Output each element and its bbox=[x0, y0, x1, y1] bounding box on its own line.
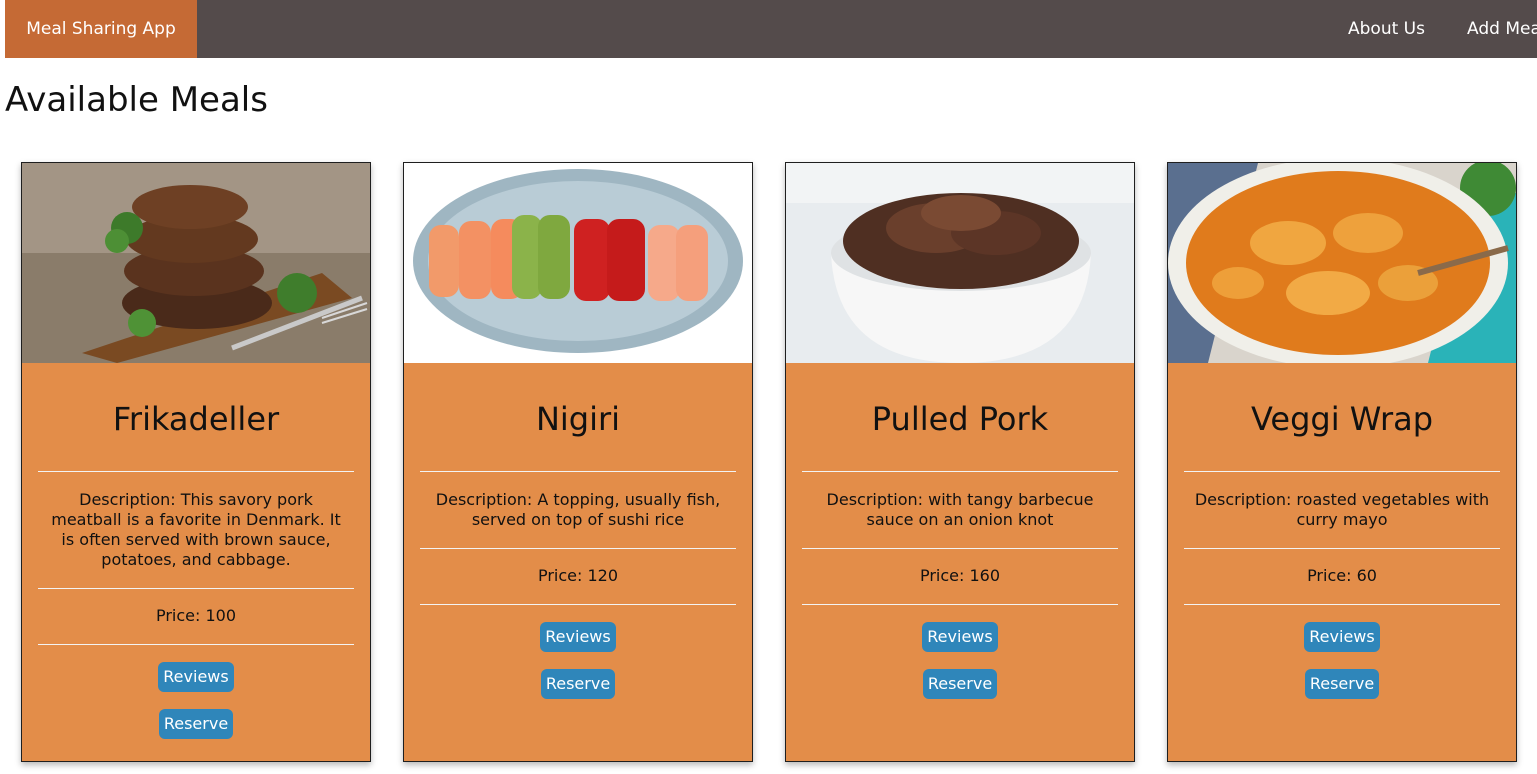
top-navbar: Meal Sharing App About Us Add Meal bbox=[5, 0, 1537, 58]
reserve-button[interactable]: Reserve bbox=[158, 709, 234, 739]
meal-actions: Reviews Reserve bbox=[802, 605, 1118, 699]
brand-link[interactable]: Meal Sharing App bbox=[5, 0, 197, 58]
meal-image-veggi-wrap bbox=[1168, 163, 1516, 363]
meal-card-body: Frikadeller Description: This savory por… bbox=[38, 363, 354, 739]
meal-description: Description: This savory pork meatball i… bbox=[51, 490, 341, 569]
meal-actions: Reviews Reserve bbox=[1184, 605, 1500, 699]
meal-card-nigiri: Nigiri Description: A topping, usually f… bbox=[403, 162, 753, 762]
meal-actions: Reviews Reserve bbox=[38, 645, 354, 739]
reviews-button[interactable]: Reviews bbox=[1304, 622, 1380, 652]
meal-description: Description: roasted vegetables with cur… bbox=[1194, 490, 1490, 529]
reserve-button[interactable]: Reserve bbox=[540, 669, 616, 699]
reserve-button[interactable]: Reserve bbox=[922, 669, 998, 699]
meal-title: Nigiri bbox=[535, 400, 621, 438]
meal-image-pulled-pork bbox=[786, 163, 1134, 363]
nav-about-us-link[interactable]: About Us bbox=[1348, 0, 1425, 58]
meal-image-frikadeller bbox=[22, 163, 370, 363]
meal-card-frikadeller: Frikadeller Description: This savory por… bbox=[21, 162, 371, 762]
meal-description: Description: A topping, usually fish, se… bbox=[435, 490, 721, 529]
reviews-button[interactable]: Reviews bbox=[922, 622, 998, 652]
meal-price: Price: 120 bbox=[537, 566, 619, 585]
meal-image-nigiri bbox=[404, 163, 752, 363]
meal-title: Pulled Pork bbox=[871, 400, 1049, 438]
meal-price: Price: 100 bbox=[155, 606, 237, 625]
page-title: Available Meals bbox=[5, 80, 268, 120]
meal-description: Description: with tangy barbecue sauce o… bbox=[826, 490, 1094, 529]
meal-price: Price: 60 bbox=[1307, 566, 1377, 585]
meal-card-veggi-wrap: Veggi Wrap Description: roasted vegetabl… bbox=[1167, 162, 1517, 762]
nav-add-meal-link[interactable]: Add Meal bbox=[1467, 0, 1537, 58]
reserve-button[interactable]: Reserve bbox=[1304, 669, 1380, 699]
meal-card-pulled-pork: Pulled Pork Description: with tangy barb… bbox=[785, 162, 1135, 762]
meal-title: Veggi Wrap bbox=[1250, 400, 1434, 438]
reviews-button[interactable]: Reviews bbox=[158, 662, 234, 692]
meal-card-body: Nigiri Description: A topping, usually f… bbox=[420, 363, 736, 699]
meal-card-body: Pulled Pork Description: with tangy barb… bbox=[802, 363, 1118, 699]
meal-price: Price: 160 bbox=[919, 566, 1001, 585]
reviews-button[interactable]: Reviews bbox=[540, 622, 616, 652]
meal-card-body: Veggi Wrap Description: roasted vegetabl… bbox=[1184, 363, 1500, 699]
meal-title: Frikadeller bbox=[112, 400, 280, 438]
meal-actions: Reviews Reserve bbox=[420, 605, 736, 699]
